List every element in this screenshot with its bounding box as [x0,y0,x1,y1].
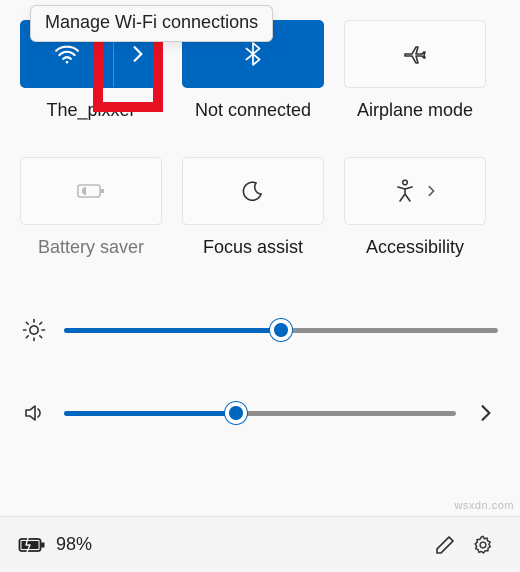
chevron-right-icon [132,45,144,63]
tooltip-text: Manage Wi-Fi connections [45,12,258,32]
battery-saver-tile [20,157,162,225]
bluetooth-icon [245,42,261,66]
accessibility-icon [394,179,416,203]
battery-percent: 98% [56,534,92,555]
brightness-track[interactable] [64,328,498,333]
tooltip: Manage Wi-Fi connections [30,5,273,42]
airplane-tile[interactable] [344,20,486,88]
slider-thumb[interactable] [270,319,292,341]
accessibility-tile[interactable] [344,157,486,225]
airplane-icon [403,43,427,65]
focus-assist-label: Focus assist [203,237,303,258]
edit-button[interactable] [426,526,464,564]
brightness-slider[interactable] [22,318,498,342]
slider-thumb[interactable] [225,402,247,424]
battery-saver-label: Battery saver [38,237,144,258]
settings-button[interactable] [464,526,502,564]
wifi-icon [54,44,80,64]
volume-icon [22,402,46,424]
chevron-right-icon [426,184,436,198]
watermark: wsxdn.com [454,500,514,512]
pencil-icon [434,534,456,556]
footer-bar: 98% [0,516,520,572]
volume-output-button[interactable] [474,404,498,422]
brightness-icon [22,318,46,342]
volume-track[interactable] [64,411,456,416]
focus-assist-tile[interactable] [182,157,324,225]
bluetooth-label: Not connected [195,100,311,121]
accessibility-label: Accessibility [366,237,464,258]
wifi-label: The_pixxer [46,100,135,121]
volume-slider[interactable] [22,402,498,424]
battery-icon [18,536,46,554]
moon-icon [242,180,264,202]
gear-icon [472,534,494,556]
battery-status[interactable]: 98% [18,534,92,555]
battery-saver-icon [76,181,106,201]
airplane-label: Airplane mode [357,100,473,121]
